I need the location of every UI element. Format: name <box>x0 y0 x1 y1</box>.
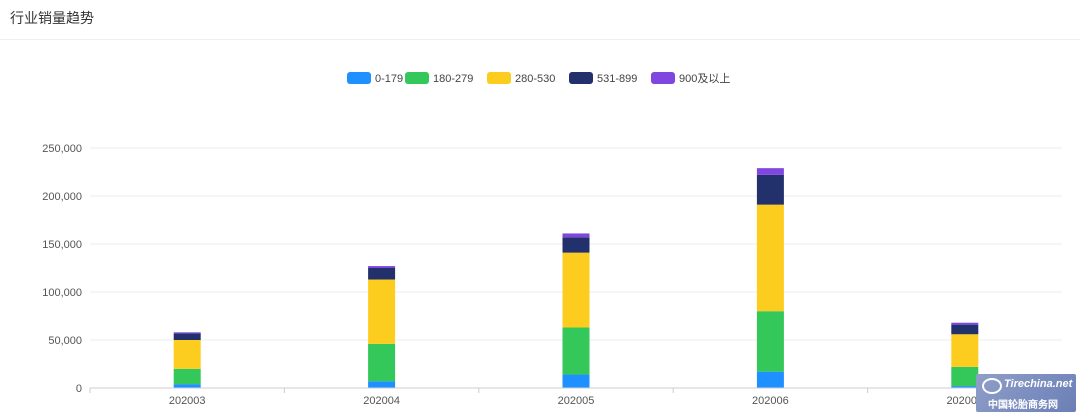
bar-segment-202003-3[interactable] <box>173 333 201 340</box>
legend-item-3[interactable]: 531-899 <box>569 72 637 85</box>
legend-label: 180-279 <box>433 73 473 85</box>
bar-segment-202005-0[interactable] <box>562 374 590 388</box>
legend[interactable]: 0-179 180-279 280-530 531-899 900及以上 <box>347 72 730 85</box>
legend-label: 280-530 <box>515 73 555 85</box>
legend-swatch <box>405 72 429 84</box>
bar-segment-202003-0[interactable] <box>173 384 201 388</box>
watermark-brand: Tirechina.net <box>1004 378 1073 390</box>
legend-item-2[interactable]: 280-530 <box>487 72 555 85</box>
bar-segment-202006-0[interactable] <box>756 371 784 388</box>
y-axis-ticks: 0 50,000 100,000 150,000 200,000 250,000 <box>42 143 82 395</box>
bar-segment-202005-1[interactable] <box>562 327 590 375</box>
legend-label: 0-179 <box>375 73 403 85</box>
x-tick-label: 202005 <box>558 395 595 407</box>
y-tick-label: 250,000 <box>42 143 82 155</box>
logo-ring-icon <box>982 378 1002 394</box>
bar-segment-202006-4[interactable] <box>756 168 784 175</box>
bar-segment-202003-2[interactable] <box>173 340 201 369</box>
legend-swatch <box>347 72 371 84</box>
x-axis: 202003 202004 202005 202006 202007 <box>89 387 1063 407</box>
bar-segment-202005-3[interactable] <box>562 237 590 253</box>
bar-segment-202004-0[interactable] <box>368 381 396 388</box>
bar-segment-202007-1[interactable] <box>951 366 979 387</box>
legend-label: 531-899 <box>597 73 637 85</box>
y-tick-label: 50,000 <box>48 335 82 347</box>
y-tick-label: 200,000 <box>42 191 82 203</box>
bar-segment-202004-3[interactable] <box>368 268 396 280</box>
legend-item-0[interactable]: 0-179 <box>347 72 403 85</box>
stacked-bar-chart: 0 50,000 100,000 150,000 200,000 250,000 2020… <box>42 72 1063 407</box>
y-tick-label: 0 <box>76 383 82 395</box>
bar-segment-202007-2[interactable] <box>951 334 979 367</box>
bars <box>173 168 979 388</box>
x-tick-label: 202003 <box>169 395 206 407</box>
bar-segment-202007-3[interactable] <box>951 324 979 335</box>
bar-segment-202003-4[interactable] <box>173 332 201 334</box>
legend-item-1[interactable]: 180-279 <box>405 72 473 85</box>
bar-segment-202007-4[interactable] <box>951 322 979 325</box>
y-tick-label: 100,000 <box>42 287 82 299</box>
watermark-text: 中国轮胎商务网 <box>988 400 1058 411</box>
x-tick-label: 202004 <box>363 395 400 407</box>
bar-segment-202005-2[interactable] <box>562 252 590 328</box>
y-tick-label: 150,000 <box>42 239 82 251</box>
legend-swatch <box>651 72 675 84</box>
bar-segment-202003-1[interactable] <box>173 368 201 385</box>
legend-swatch <box>569 72 593 84</box>
watermark-logo: Tirechina.net 中国轮胎商务网 <box>976 374 1076 412</box>
legend-label: 900及以上 <box>679 72 730 85</box>
bar-segment-202004-2[interactable] <box>368 279 396 344</box>
bar-segment-202004-4[interactable] <box>368 266 396 268</box>
bar-segment-202004-1[interactable] <box>368 343 396 382</box>
legend-item-4[interactable]: 900及以上 <box>651 72 730 85</box>
legend-swatch <box>487 72 511 84</box>
bar-segment-202005-4[interactable] <box>562 233 590 238</box>
bar-segment-202006-3[interactable] <box>756 174 784 205</box>
x-tick-label: 202006 <box>752 395 789 407</box>
bar-segment-202006-2[interactable] <box>756 204 784 312</box>
bar-segment-202006-1[interactable] <box>756 311 784 372</box>
